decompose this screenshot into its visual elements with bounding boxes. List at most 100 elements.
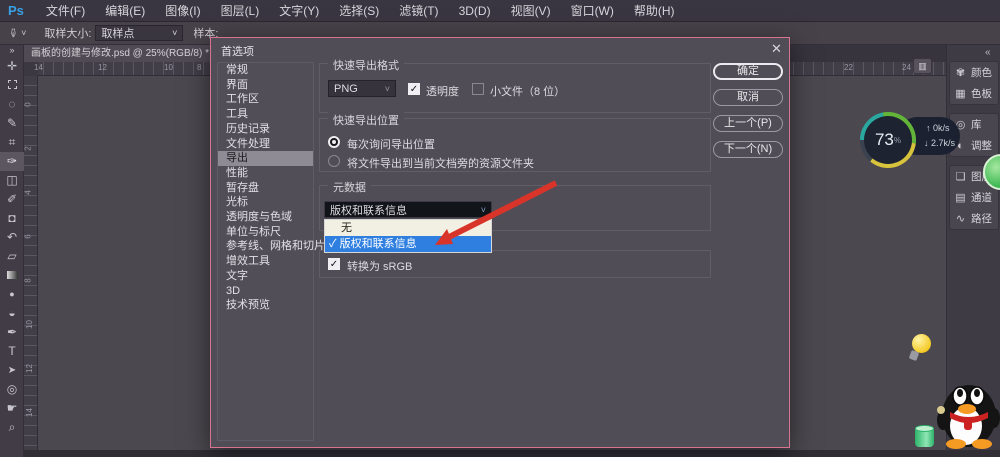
assets-folder-radio[interactable] — [328, 155, 340, 167]
prefs-nav-interface[interactable]: 界面 — [218, 78, 313, 93]
tool-preset-chevron-icon[interactable]: ˅ — [21, 28, 26, 38]
convert-srgb-checkbox[interactable]: ✓ — [328, 258, 340, 270]
menu-item-filter[interactable]: 滤镜(T) — [389, 2, 448, 19]
prefs-nav-file-handling[interactable]: 文件处理 — [218, 137, 313, 152]
prefs-nav-general[interactable]: 常规 — [218, 63, 313, 78]
prefs-nav-performance[interactable]: 性能 — [218, 166, 313, 181]
menu-item-help[interactable]: 帮助(H) — [624, 2, 685, 19]
small-file-checkbox[interactable] — [472, 83, 484, 95]
transparency-label: 透明度 — [426, 83, 459, 99]
lasso-tool[interactable]: ◌ — [0, 95, 24, 114]
eraser-tool[interactable]: ▱ — [0, 247, 24, 266]
brush-tool[interactable]: ✐ — [0, 190, 24, 209]
menu-item-view[interactable]: 视图(V) — [501, 2, 561, 19]
menu-item-window[interactable]: 窗口(W) — [561, 2, 624, 19]
ruler-label: 8 — [197, 63, 201, 72]
ruler-label: 6 — [24, 234, 33, 238]
photoshop-logo: Ps — [0, 3, 36, 18]
metadata-option-none[interactable]: 无 — [325, 220, 491, 236]
group-title: 元数据 — [328, 179, 371, 195]
memory-usage-ball[interactable]: 73 % — [860, 112, 916, 168]
lightbulb-icon[interactable] — [908, 334, 932, 362]
ruler-label: 12 — [25, 364, 34, 373]
collapsed-panel-button[interactable]: ▥ — [913, 58, 932, 74]
chevron-down-icon: ˅ — [385, 84, 390, 94]
crop-tool[interactable]: ⌗ — [0, 133, 24, 152]
prefs-nav-scratch-disks[interactable]: 暂存盘 — [218, 181, 313, 196]
quick-selection-tool[interactable]: ✎ — [0, 114, 24, 133]
ruler-label: 14 — [25, 408, 34, 417]
metadata-group: 元数据 版权和联系信息 ˅ 无 ✓ 版权和联系信息 — [319, 185, 711, 231]
metadata-select[interactable]: 版权和联系信息 ˅ — [324, 201, 492, 218]
transparency-checkbox[interactable]: ✓ — [408, 83, 420, 95]
move-tool[interactable]: ✛ — [0, 57, 24, 76]
menu-item-edit[interactable]: 编辑(E) — [95, 2, 155, 19]
menu-item-layer[interactable]: 图层(L) — [211, 2, 270, 19]
blur-tool[interactable]: ● — [0, 285, 24, 304]
panel-color[interactable]: ✾ 颜色 — [950, 62, 998, 83]
prefs-nav-plugins[interactable]: 增效工具 — [218, 254, 313, 269]
prefs-nav-tools[interactable]: 工具 — [218, 107, 313, 122]
group-title: 快速导出格式 — [328, 57, 404, 73]
prefs-nav-technology-previews[interactable]: 技术预览 — [218, 298, 313, 313]
history-brush-tool[interactable]: ↶ — [0, 228, 24, 247]
ruler-label: 10 — [25, 320, 34, 329]
pen-tool[interactable]: ✒ — [0, 323, 24, 342]
menu-item-select[interactable]: 选择(S) — [329, 2, 389, 19]
toolbar-collapse-icon[interactable]: » — [0, 45, 24, 57]
eyedropper-tool-icon[interactable]: ✑ — [6, 28, 20, 38]
export-format-select[interactable]: PNG ˅ — [328, 80, 396, 97]
quick-export-location-group: 快速导出位置 每次询问导出位置 将文件导出到当前文档旁的资源文件夹 — [319, 118, 711, 172]
chevron-down-icon: ˅ — [172, 28, 177, 38]
cancel-button[interactable]: 取消 — [713, 89, 783, 106]
sample-size-label: 取样大小: — [44, 25, 91, 41]
menu-item-image[interactable]: 图像(I) — [155, 2, 210, 19]
usage-percent: 73 — [875, 130, 894, 150]
path-selection-tool[interactable]: ➤ — [0, 361, 24, 380]
prefs-nav-type[interactable]: 文字 — [218, 269, 313, 284]
dodge-tool[interactable]: ◒ — [0, 304, 24, 323]
upload-speed: ↑ 0k/s — [926, 123, 950, 133]
ruler-label: 24 — [902, 63, 911, 72]
hand-tool[interactable]: ☛ — [0, 399, 24, 418]
eyedropper-tool[interactable]: ✑ — [0, 152, 24, 171]
qq-penguin-mascot[interactable] — [936, 376, 1000, 450]
shape-tool[interactable]: ◎ — [0, 380, 24, 399]
ok-button[interactable]: 确定 — [713, 63, 783, 80]
ask-location-radio[interactable] — [328, 136, 340, 148]
prefs-nav-guides-grid-slices[interactable]: 参考线、网格和切片 — [218, 239, 313, 254]
marquee-tool[interactable] — [0, 76, 24, 95]
prefs-nav-export[interactable]: 导出 — [218, 151, 313, 166]
menu-item-type[interactable]: 文字(Y) — [269, 2, 329, 19]
next-button[interactable]: 下一个(N) — [713, 141, 783, 158]
prefs-nav-units-rulers[interactable]: 单位与标尺 — [218, 225, 313, 240]
channels-icon: ▤ — [954, 191, 967, 204]
clone-stamp-tool[interactable]: ◘ — [0, 209, 24, 228]
download-speed: ↓ 2.7k/s — [924, 138, 955, 148]
prefs-nav-transparency-gamut[interactable]: 透明度与色域 — [218, 210, 313, 225]
gradient-tool[interactable] — [0, 266, 24, 285]
panel-channels[interactable]: ▤ 通道 — [950, 187, 998, 208]
panel-paths[interactable]: ∿ 路径 — [950, 208, 998, 229]
prefs-nav-history-log[interactable]: 历史记录 — [218, 122, 313, 137]
metadata-option-copyright[interactable]: ✓ 版权和联系信息 — [325, 236, 491, 252]
paint-bucket-icon — [915, 424, 934, 448]
prefs-nav-cursors[interactable]: 光标 — [218, 195, 313, 210]
document-tab[interactable]: 画板的创建与修改.psd @ 25%(RGB/8) * — [24, 45, 214, 62]
close-icon[interactable]: ✕ — [771, 41, 782, 57]
sample-size-select[interactable]: 取样点 ˅ — [95, 25, 183, 41]
zoom-tool[interactable]: ⌕ — [0, 418, 24, 437]
preferences-nav: 常规 界面 工作区 工具 历史记录 文件处理 导出 性能 暂存盘 光标 透明度与… — [217, 62, 314, 441]
type-tool[interactable]: T — [0, 342, 24, 361]
prefs-nav-3d[interactable]: 3D — [218, 284, 313, 299]
ask-location-label: 每次询问导出位置 — [347, 136, 435, 152]
healing-brush-tool[interactable]: ◫ — [0, 171, 24, 190]
ruler-label: 8 — [24, 278, 33, 282]
dock-collapse-icon[interactable]: « — [985, 47, 991, 58]
layers-icon: ❏ — [954, 170, 967, 183]
menu-item-file[interactable]: 文件(F) — [36, 2, 95, 19]
prefs-nav-workspace[interactable]: 工作区 — [218, 92, 313, 107]
panel-swatches[interactable]: ▦ 色板 — [950, 83, 998, 104]
menu-item-3d[interactable]: 3D(D) — [449, 4, 501, 18]
prev-button[interactable]: 上一个(P) — [713, 115, 783, 132]
